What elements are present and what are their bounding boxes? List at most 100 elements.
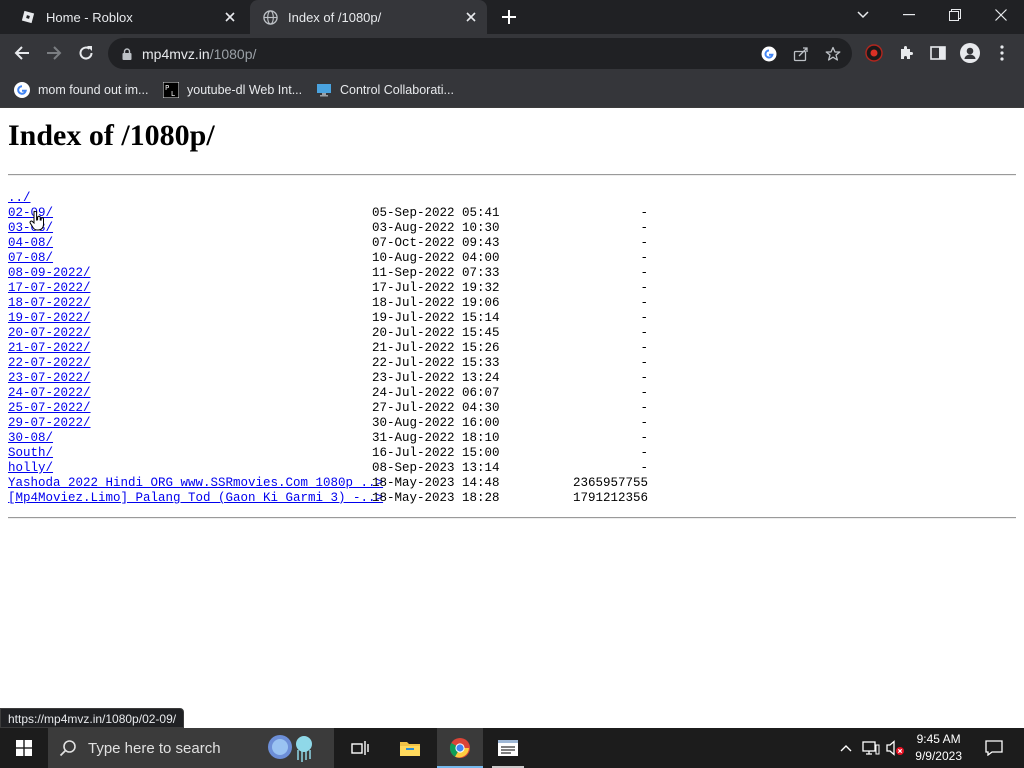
forward-icon[interactable] — [42, 41, 66, 65]
tab-search-icon[interactable] — [840, 0, 886, 30]
bookmark-label: youtube-dl Web Int... — [187, 83, 303, 97]
entry-link[interactable]: South/ — [8, 446, 53, 461]
entry-link[interactable]: 19-07-2022/ — [8, 311, 91, 326]
bookmark-item[interactable]: mom found out im... — [14, 80, 148, 100]
reload-icon[interactable] — [74, 41, 98, 65]
entry-size: - — [640, 431, 648, 445]
listing-row: 20-07-2022/20-Jul-2022 15:45 - — [8, 326, 648, 341]
address-bar[interactable]: mp4mvz.in/1080p/ — [108, 38, 852, 69]
entry-link[interactable]: 21-07-2022/ — [8, 341, 91, 356]
clock-time: 9:45 AM — [916, 732, 961, 746]
listing-row: 30-08/31-Aug-2022 18:10 - — [8, 431, 648, 446]
lock-icon[interactable] — [120, 47, 134, 61]
entry-date: 07-Oct-2022 09:43 — [372, 236, 500, 250]
entry-link[interactable]: 20-07-2022/ — [8, 326, 91, 341]
entry-date: 24-Jul-2022 06:07 — [372, 386, 500, 400]
monitor-icon — [316, 82, 332, 98]
entry-date: 18-Jul-2022 19:06 — [372, 296, 500, 310]
entry-link[interactable]: 29-07-2022/ — [8, 416, 91, 431]
windows-start-icon[interactable] — [0, 728, 48, 768]
new-tab-icon[interactable] — [499, 7, 519, 27]
tab-title: Home - Roblox — [46, 9, 133, 25]
listing-row: 03-08/03-Aug-2022 10:30- — [8, 221, 648, 236]
listing-row: 25-07-2022/27-Jul-2022 04:30 - — [8, 401, 648, 416]
entry-date: 23-Jul-2022 13:24 — [372, 371, 500, 385]
entry-date: 18-May-2023 18:28 — [372, 491, 500, 505]
entry-link[interactable]: 08-09-2022/ — [8, 266, 91, 281]
directory-listing: ../02-09/05-Sep-2022 05:41-03-08/03-Aug-… — [8, 191, 648, 506]
listing-row: [Mp4Moviez.Limo]_Palang_Tod_(Gaon_Ki_Gar… — [8, 491, 648, 506]
entry-link[interactable]: 07-08/ — [8, 251, 53, 266]
profile-avatar-icon[interactable] — [958, 41, 982, 65]
file-explorer-icon[interactable] — [390, 728, 430, 768]
close-tab-icon[interactable] — [222, 9, 238, 25]
entry-link[interactable]: 17-07-2022/ — [8, 281, 91, 296]
volume-muted-icon[interactable] — [884, 728, 906, 768]
entry-date: 19-Jul-2022 15:14 — [372, 311, 500, 325]
chrome-menu-icon[interactable] — [990, 41, 1014, 65]
entry-link[interactable]: 30-08/ — [8, 431, 53, 446]
google-icon — [14, 82, 30, 98]
taskbar-search[interactable]: Type here to search — [48, 728, 334, 768]
restore-icon[interactable] — [932, 0, 978, 30]
entry-link[interactable]: holly/ — [8, 461, 53, 476]
entry-date: 22-Jul-2022 15:33 — [372, 356, 500, 370]
bookmark-item[interactable]: PL youtube-dl Web Int... — [163, 80, 302, 100]
bookmark-star-icon[interactable] — [824, 45, 842, 63]
entry-date: 20-Jul-2022 15:45 — [372, 326, 500, 340]
entry-date: 10-Aug-2022 04:00 — [372, 251, 500, 265]
entry-link[interactable]: 23-07-2022/ — [8, 371, 91, 386]
roblox-icon — [20, 9, 36, 25]
bookmarks-bar: mom found out im... PL youtube-dl Web In… — [0, 72, 1024, 108]
parent-directory-link[interactable]: ../ — [8, 191, 31, 206]
entry-date: 05-Sep-2022 05:41 — [372, 206, 500, 220]
listing-row: 24-07-2022/24-Jul-2022 06:07 - — [8, 386, 648, 401]
entry-size: - — [640, 461, 648, 475]
google-lens-icon[interactable] — [760, 45, 778, 63]
extension-record-icon[interactable] — [862, 41, 886, 65]
svg-text:P: P — [165, 84, 169, 92]
listing-row: holly/08-Sep-2023 13:14 - — [8, 461, 648, 476]
bookmark-item[interactable]: Control Collaborati... — [316, 80, 454, 100]
globe-icon — [262, 9, 278, 25]
show-hidden-icons-icon[interactable] — [836, 728, 856, 768]
entry-link[interactable]: 25-07-2022/ — [8, 401, 91, 416]
system-clock[interactable]: 9:45 AM 9/9/2023 — [915, 731, 962, 765]
entry-date: 03-Aug-2022 10:30 — [372, 221, 500, 235]
task-view-icon[interactable] — [340, 728, 380, 768]
entry-link[interactable]: 18-07-2022/ — [8, 296, 91, 311]
tab-roblox[interactable]: Home - Roblox — [8, 0, 246, 34]
share-icon[interactable] — [792, 45, 810, 63]
entry-size: - — [640, 401, 648, 415]
close-window-icon[interactable] — [978, 0, 1024, 30]
listing-row: Yashoda_2022_Hindi_ORG_www.SSRmovies.Com… — [8, 476, 648, 491]
entry-size: - — [640, 311, 648, 325]
chrome-taskbar-icon[interactable] — [437, 728, 483, 768]
entry-size: - — [640, 236, 648, 250]
entry-size: - — [640, 341, 648, 355]
entry-date: 11-Sep-2022 07:33 — [372, 266, 500, 280]
notepad-app-icon[interactable] — [486, 728, 530, 768]
listing-row: 29-07-2022/30-Aug-2022 16:00 - — [8, 416, 648, 431]
tab-index[interactable]: Index of /1080p/ — [250, 0, 487, 34]
entry-link[interactable]: Yashoda_2022_Hindi_ORG_www.SSRmovies.Com… — [8, 476, 383, 491]
entry-link[interactable]: 24-07-2022/ — [8, 386, 91, 401]
search-icon — [48, 739, 88, 757]
back-icon[interactable] — [10, 41, 34, 65]
extensions-puzzle-icon[interactable] — [894, 41, 918, 65]
notifications-icon[interactable] — [976, 728, 1012, 768]
side-panel-icon[interactable] — [926, 41, 950, 65]
listing-row: 23-07-2022/23-Jul-2022 13:24 - — [8, 371, 648, 386]
entry-link[interactable]: 22-07-2022/ — [8, 356, 91, 371]
entry-link[interactable]: [Mp4Moviez.Limo]_Palang_Tod_(Gaon_Ki_Gar… — [8, 491, 383, 506]
jellyfish-highlight-icon[interactable] — [260, 732, 332, 768]
minimize-icon[interactable] — [886, 0, 932, 30]
tab-strip: Home - Roblox Index of /1080p/ — [0, 0, 1024, 34]
close-tab-icon[interactable] — [463, 9, 479, 25]
tab-title: Index of /1080p/ — [288, 9, 382, 25]
entry-link[interactable]: 04-08/ — [8, 236, 53, 251]
entry-size: - — [640, 386, 648, 400]
entry-size: - — [640, 206, 648, 220]
windows-taskbar: Type here to search 9:45 AM 9/9/2023 — [0, 728, 1024, 768]
network-icon[interactable] — [860, 728, 882, 768]
